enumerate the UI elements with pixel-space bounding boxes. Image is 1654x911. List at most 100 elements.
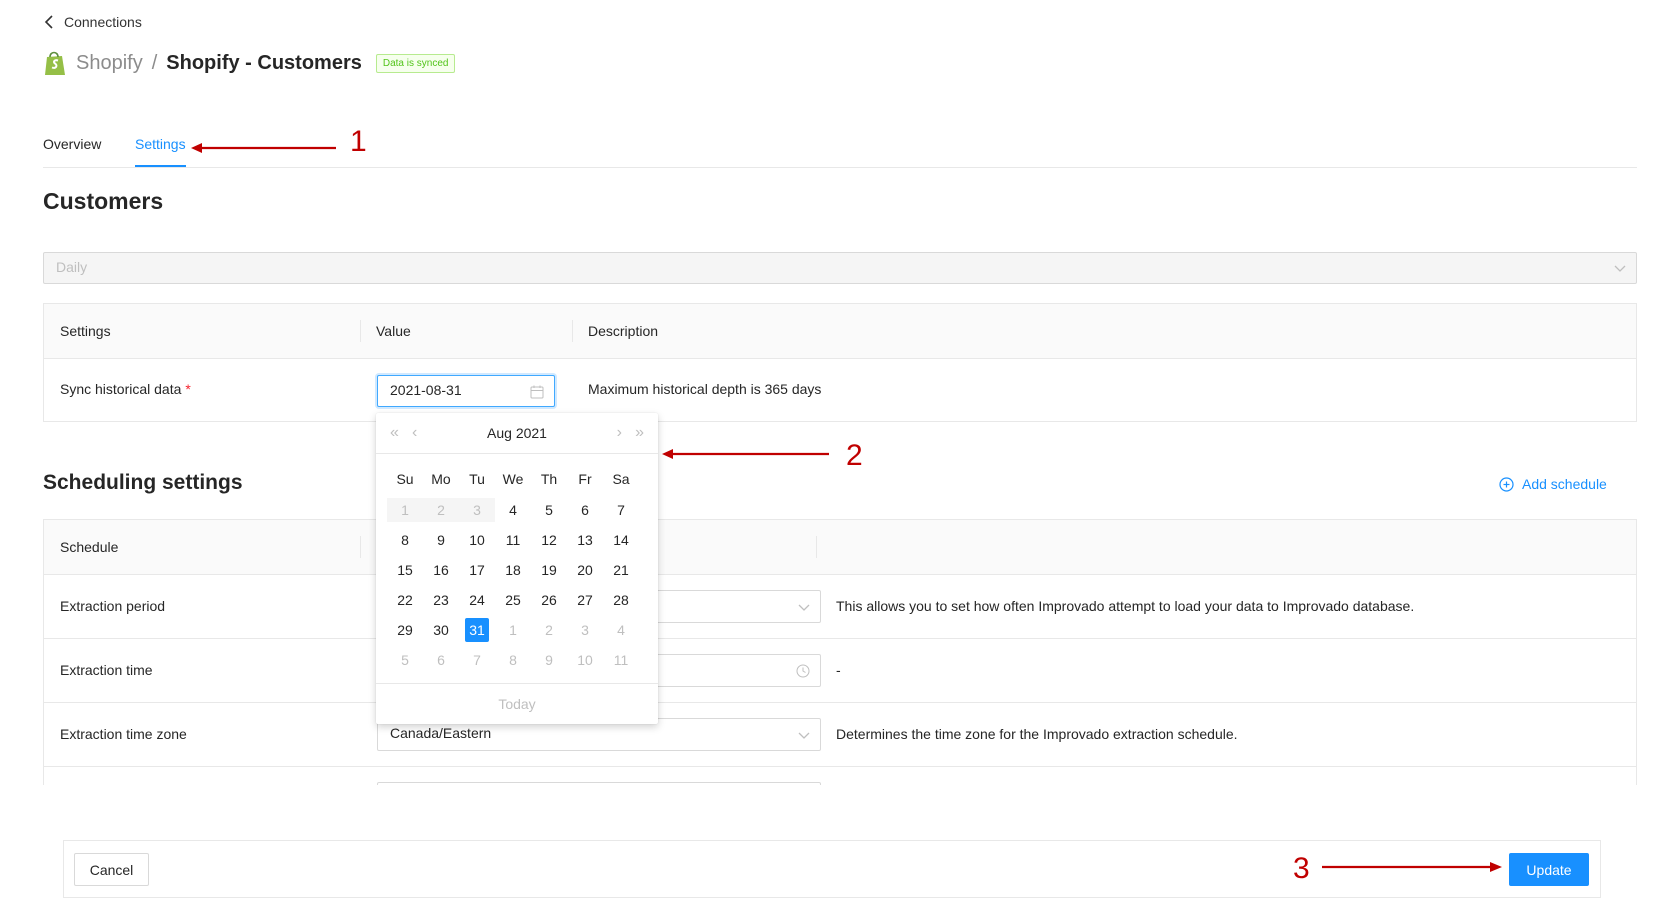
calendar-day[interactable]: 30 [423,618,459,642]
calendar-day: 1 [387,498,423,522]
historical-date-value: 2021-08-31 [390,382,462,398]
update-button[interactable]: Update [1509,853,1589,886]
weekday-label: Th [540,471,558,487]
table-header: Schedule [44,520,1636,575]
calendar-day[interactable]: 8 [387,528,423,552]
scheduling-table: Schedule Extraction period This allows y… [43,519,1637,785]
calendar-day[interactable]: 15 [387,558,423,582]
shopify-bag-icon [45,51,65,75]
schedule-description: - [836,662,841,678]
calendar-day[interactable]: 21 [603,558,639,582]
calendar-day[interactable]: 7 [603,498,639,522]
calendar-day[interactable]: 7 [459,648,495,672]
required-mark: * [185,381,191,397]
calendar-day[interactable]: 9 [423,528,459,552]
chevron-down-icon [798,732,810,739]
calendar-day[interactable]: 29 [387,618,423,642]
weekday-label: Fr [578,471,592,487]
annotation-arrow [1322,862,1502,872]
calendar-day[interactable]: 9 [531,648,567,672]
calendar-day[interactable]: 18 [495,558,531,582]
calendar-day[interactable]: 5 [387,648,423,672]
calendar-day[interactable]: 22 [387,588,423,612]
calendar-day: 2 [423,498,459,522]
calendar-day[interactable]: 17 [459,558,495,582]
today-button[interactable]: Today [376,683,658,724]
calendar-day[interactable]: 24 [459,588,495,612]
breadcrumb-separator: / [151,51,158,74]
calendar-day[interactable]: 5 [531,498,567,522]
date-picker-popup: « ‹ Aug 2021 › » Su Mo Tu We Th Fr Sa 12… [376,413,658,724]
setting-description: Maximum historical depth is 365 days [588,381,822,397]
frequency-select[interactable]: Daily [43,252,1637,284]
calendar-day[interactable]: 6 [423,648,459,672]
annotation-arrow [662,449,829,459]
table-row: Extraction time - [44,639,1636,703]
next-year-icon[interactable]: » [635,424,644,442]
table-header: Settings Value Description [44,304,1636,359]
tab-settings[interactable]: Settings [135,136,186,167]
back-link-label: Connections [64,14,142,30]
calendar-day[interactable]: 27 [567,588,603,612]
back-link[interactable]: Connections [44,14,142,30]
column-header-description: Description [588,323,659,339]
calendar-day[interactable]: 19 [531,558,567,582]
calendar-day[interactable]: 2 [531,618,567,642]
schedule-label: Extraction time zone [60,726,187,742]
table-row: Sync historical data * 2021-08-31 Maximum… [44,359,1636,421]
calendar-day[interactable]: 23 [423,588,459,612]
frequency-select-value: Daily [56,259,88,275]
table-row: Extraction period This allows you to set… [44,575,1636,639]
column-divider [360,320,361,342]
column-header-settings: Settings [60,323,111,339]
tab-overview[interactable]: Overview [43,136,101,152]
calendar-day[interactable]: 16 [423,558,459,582]
calendar-day[interactable]: 11 [603,648,639,672]
cancel-button[interactable]: Cancel [74,853,149,886]
historical-date-input[interactable]: 2021-08-31 [377,375,555,407]
date-picker-header: « ‹ Aug 2021 › » [376,413,658,454]
calendar-day[interactable]: 10 [459,528,495,552]
chevron-left-icon [44,15,53,29]
calendar-day[interactable]: 4 [495,498,531,522]
calendar-day[interactable]: 20 [567,558,603,582]
setting-label-text: Sync historical data [60,381,182,397]
calendar-day[interactable]: 14 [603,528,639,552]
calendar-day[interactable]: 10 [567,648,603,672]
weekday-label: Tu [469,471,485,487]
calendar-day[interactable]: 26 [531,588,567,612]
annotation-arrow [191,143,336,153]
column-divider [360,536,361,558]
calendar-day[interactable]: 12 [531,528,567,552]
calendar-day[interactable]: 3 [567,618,603,642]
calendar-day[interactable]: 4 [603,618,639,642]
table-row: Extraction time zone Canada/Eastern Dete… [44,703,1636,767]
scheduling-title: Scheduling settings [43,471,243,494]
clock-icon [796,664,810,678]
calendar-day: 3 [459,498,495,522]
column-divider [816,536,817,558]
calendar-day[interactable]: 8 [495,648,531,672]
schedule-label: Extraction period [60,598,166,614]
next-field-input[interactable] [377,782,821,785]
settings-table: Settings Value Description Sync historic… [43,303,1637,422]
schedule-description: Determines the time zone for the Improva… [836,726,1238,742]
section-title: Customers [43,188,164,214]
next-month-icon[interactable]: › [617,424,622,442]
annotation-number: 2 [846,439,863,472]
calendar-day[interactable]: 6 [567,498,603,522]
calendar-day[interactable]: 25 [495,588,531,612]
breadcrumb-parent[interactable]: Shopify [76,52,143,75]
weekday-label: Sa [612,471,630,487]
annotation-number: 3 [1293,852,1310,885]
page-header: Shopify / Shopify - Customers Data is sy… [44,48,456,78]
add-schedule-button[interactable]: Add schedule [1499,476,1607,492]
scheduling-table-viewport: Schedule Extraction period This allows y… [43,519,1637,785]
column-header-schedule: Schedule [60,539,119,555]
calendar-day[interactable]: 1 [495,618,531,642]
calendar-day[interactable]: 31 [459,618,495,642]
calendar-day[interactable]: 13 [567,528,603,552]
calendar-day[interactable]: 11 [495,528,531,552]
calendar-day[interactable]: 28 [603,588,639,612]
calendar-icon [530,385,544,399]
